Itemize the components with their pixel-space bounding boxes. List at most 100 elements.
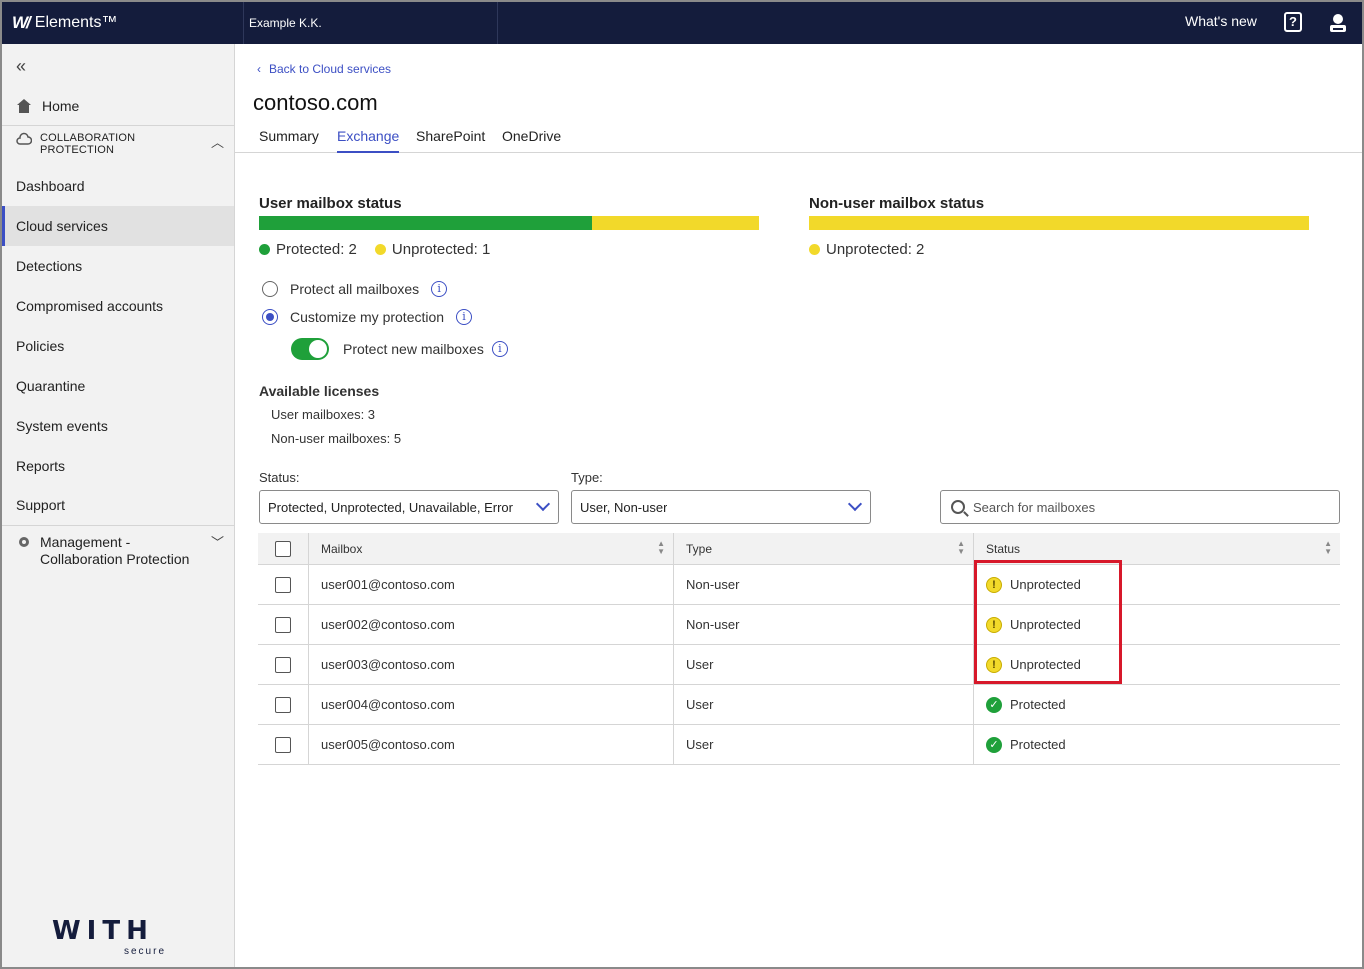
table-row[interactable]: user002@contoso.com Non-user ! Unprotect… — [258, 605, 1340, 645]
protect-all-label: Protect all mailboxes — [290, 281, 420, 297]
select-all-checkbox[interactable] — [275, 540, 291, 557]
sidebar-item-support[interactable]: Support — [2, 485, 234, 525]
home-icon — [17, 99, 31, 113]
cloud-shield-icon — [16, 132, 32, 145]
nonuser-mailbox-status-title: Non-user mailbox status — [809, 195, 985, 212]
search-mailboxes-input[interactable]: Search for mailboxes — [940, 490, 1340, 524]
protect-all-radio[interactable] — [262, 281, 278, 297]
sort-icon[interactable]: ▲ ▼ — [1324, 540, 1332, 556]
column-header-type[interactable]: Type ▲ ▼ — [674, 533, 974, 564]
sidebar-item-system-events[interactable]: System events — [2, 406, 234, 446]
group-collaboration-protection[interactable]: COLLABORATION PROTECTION ︿ — [2, 126, 234, 166]
whats-new-link[interactable]: What's new — [1185, 13, 1257, 29]
table-row[interactable]: user001@contoso.com Non-user ! Unprotect… — [258, 565, 1340, 605]
nonuser-mailbox-status-bar — [809, 216, 1309, 230]
type-cell: User — [674, 685, 974, 724]
info-icon[interactable]: i — [431, 281, 448, 297]
row-checkbox-cell — [258, 565, 309, 604]
page-title: contoso.com — [253, 90, 378, 115]
info-icon[interactable]: i — [491, 341, 508, 357]
cloud-gear-icon — [19, 537, 29, 547]
user-licenses: User mailboxes: 3 — [271, 407, 376, 422]
type-cell: User — [674, 725, 974, 764]
customize-protection-radio[interactable] — [262, 309, 278, 325]
sort-icon[interactable]: ▲ ▼ — [657, 540, 665, 556]
sidebar-item-policies[interactable]: Policies — [2, 326, 234, 366]
row-checkbox[interactable] — [275, 616, 291, 633]
brand-name: Elements™ — [34, 14, 118, 31]
check-circle-icon: ✓ — [986, 736, 1002, 753]
mailbox-cell: user002@contoso.com — [309, 605, 674, 644]
row-checkbox[interactable] — [275, 696, 291, 713]
type-filter-value: User, Non-user — [580, 499, 668, 515]
customize-protection-label: Customize my protection — [290, 309, 445, 325]
brand[interactable]: W/ Elements™ — [12, 2, 244, 44]
table-row[interactable]: user003@contoso.com User ! Unprotected — [258, 645, 1340, 685]
row-checkbox-cell — [258, 725, 309, 764]
sidebar-item-compromised-accounts[interactable]: Compromised accounts — [2, 286, 234, 326]
sidebar-item-home[interactable]: Home — [2, 90, 234, 122]
status-filter-select[interactable]: Protected, Unprotected, Unavailable, Err… — [259, 490, 559, 524]
chevron-down-icon: ﹀ — [210, 535, 224, 550]
highlight-annotation-box — [974, 560, 1122, 684]
mailbox-cell: user003@contoso.com — [309, 645, 674, 684]
tab-bar: Summary Exchange SharePoint OneDrive — [235, 124, 1362, 153]
unprotected-count: Unprotected: 1 — [391, 241, 491, 258]
table-row[interactable]: user005@contoso.com User ✓ Protected — [258, 725, 1340, 765]
mailbox-cell: user001@contoso.com — [309, 565, 674, 604]
sidebar-item-dashboard[interactable]: Dashboard — [2, 166, 234, 206]
sort-icon[interactable]: ▲ ▼ — [957, 540, 965, 556]
chevron-left-icon: ‹ — [257, 62, 261, 76]
back-link-label: Back to Cloud services — [269, 62, 392, 76]
sidebar-item-reports[interactable]: Reports — [2, 446, 234, 486]
tab-summary[interactable]: Summary — [259, 128, 319, 153]
sidebar-item-cloud-services[interactable]: Cloud services — [2, 206, 234, 246]
type-cell: Non-user — [674, 605, 974, 644]
mailbox-cell: user005@contoso.com — [309, 725, 674, 764]
status-filter-value: Protected, Unprotected, Unavailable, Err… — [268, 499, 513, 515]
info-icon[interactable]: i — [456, 309, 473, 325]
sidebar-item-management[interactable]: Management - Collaboration Protection ﹀ — [2, 528, 234, 578]
protect-new-mailboxes-toggle[interactable] — [291, 338, 329, 360]
table-row[interactable]: user004@contoso.com User ✓ Protected — [258, 685, 1340, 725]
protected-count: Protected: 2 — [276, 241, 357, 258]
top-bar: W/ Elements™ Example K.K. What's new ? — [2, 2, 1362, 44]
logo-wordmark: WITH — [52, 916, 154, 946]
column-header-label: Status — [986, 541, 1021, 556]
status-cell: ✓ Protected — [974, 725, 1340, 764]
row-checkbox[interactable] — [275, 576, 291, 593]
help-icon[interactable]: ? — [1284, 12, 1302, 32]
sidebar-item-quarantine[interactable]: Quarantine — [2, 366, 234, 406]
nonuser-status-legend: Unprotected: 2 — [809, 241, 924, 258]
user-status-legend: Protected: 2 Unprotected: 1 — [259, 241, 490, 258]
customize-protection-option[interactable]: Customize my protection i — [262, 309, 473, 325]
organization-selector[interactable]: Example K.K. — [234, 2, 498, 44]
unprotected-dot-icon — [809, 244, 820, 255]
chevron-down-icon — [847, 496, 863, 512]
tab-exchange[interactable]: Exchange — [337, 128, 400, 153]
mailbox-table: Mailbox ▲ ▼ Type ▲ ▼ Status ▲ ▼ user001@con… — [258, 533, 1340, 765]
column-header-mailbox[interactable]: Mailbox ▲ ▼ — [309, 533, 674, 564]
column-header-label: Mailbox — [321, 541, 363, 556]
tab-sharepoint[interactable]: SharePoint — [416, 128, 485, 153]
row-checkbox[interactable] — [275, 736, 291, 753]
back-link[interactable]: ‹ Back to Cloud services — [257, 62, 391, 76]
user-mailbox-status-title: User mailbox status — [259, 195, 402, 212]
type-filter-select[interactable]: User, Non-user — [571, 490, 871, 524]
sidebar-item-label: Management - Collaboration Protection — [40, 534, 190, 567]
main-content: ‹ Back to Cloud services contoso.com Sum… — [235, 44, 1362, 967]
protected-dot-icon — [259, 244, 270, 255]
collapse-sidebar-icon[interactable]: « — [16, 56, 26, 77]
available-licenses-title: Available licenses — [259, 383, 380, 399]
protect-all-option[interactable]: Protect all mailboxes i — [262, 281, 448, 297]
sidebar-item-detections[interactable]: Detections — [2, 246, 234, 286]
status-text: Protected — [1010, 737, 1066, 752]
row-checkbox[interactable] — [275, 656, 291, 673]
row-checkbox-cell — [258, 685, 309, 724]
sidebar: « Home COLLABORATION PROTECTION ︿ Dashbo… — [2, 44, 235, 967]
tab-onedrive[interactable]: OneDrive — [502, 128, 561, 153]
search-placeholder: Search for mailboxes — [973, 499, 1096, 515]
type-cell: User — [674, 645, 974, 684]
mailbox-cell: user004@contoso.com — [309, 685, 674, 724]
user-account-icon[interactable] — [1328, 12, 1348, 34]
